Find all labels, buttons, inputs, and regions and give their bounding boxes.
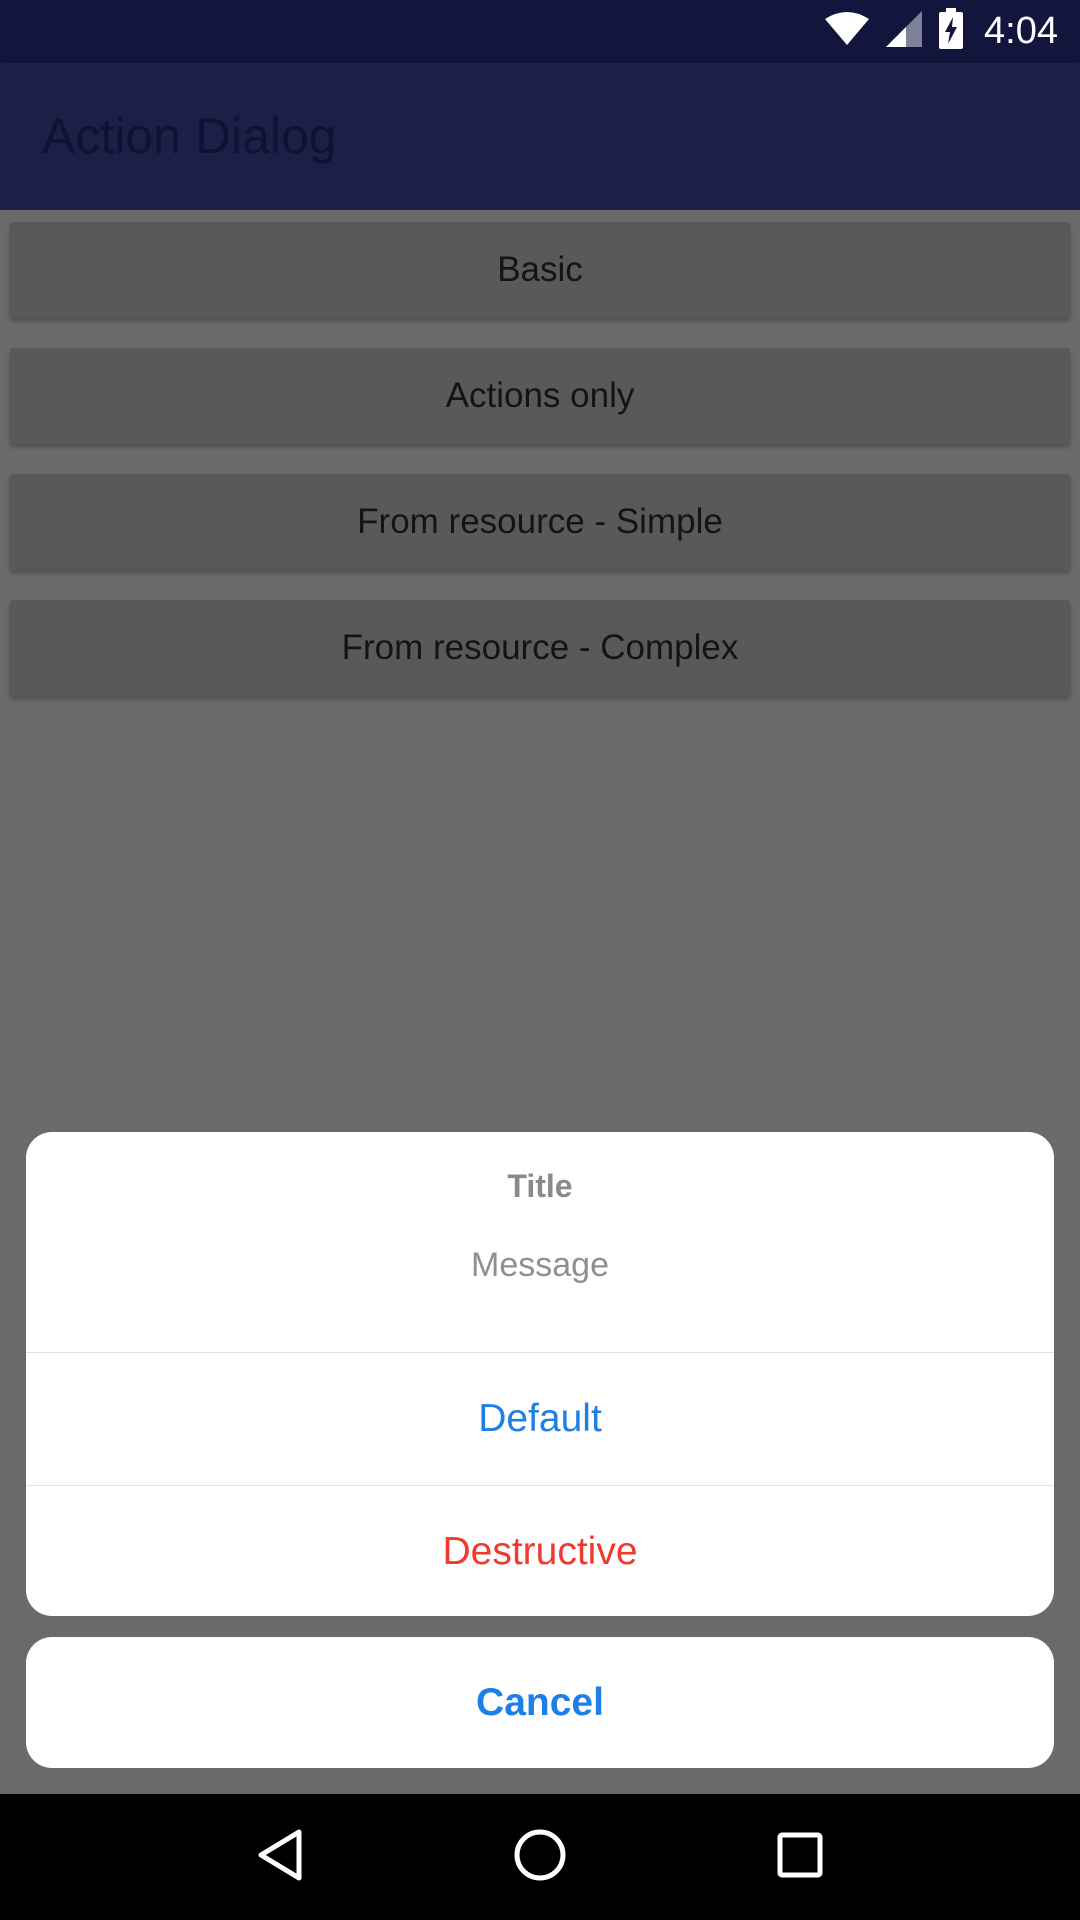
from-resource-simple-button[interactable]: From resource - Simple bbox=[10, 474, 1070, 570]
action-sheet: Title Message Default Destructive bbox=[26, 1132, 1054, 1616]
app-bar: Action Dialog bbox=[0, 63, 1080, 210]
default-action-button[interactable]: Default bbox=[26, 1353, 1054, 1485]
action-sheet-message: Message bbox=[471, 1246, 609, 1284]
back-button[interactable] bbox=[240, 1817, 320, 1897]
status-time: 4:04 bbox=[984, 10, 1058, 52]
action-sheet-header: Title Message bbox=[26, 1132, 1054, 1353]
recents-icon bbox=[776, 1831, 824, 1884]
home-icon bbox=[513, 1828, 567, 1887]
action-sheet-title: Title bbox=[507, 1168, 573, 1204]
battery-charging-icon bbox=[938, 8, 964, 55]
basic-button[interactable]: Basic bbox=[10, 222, 1070, 318]
navigation-bar bbox=[0, 1794, 1080, 1920]
back-icon bbox=[256, 1828, 304, 1887]
wifi-icon bbox=[824, 11, 870, 52]
from-resource-complex-button[interactable]: From resource - Complex bbox=[10, 600, 1070, 696]
status-icons: 4:04 bbox=[824, 0, 1058, 63]
actions-only-button[interactable]: Actions only bbox=[10, 348, 1070, 444]
page-title: Action Dialog bbox=[42, 108, 337, 164]
home-button[interactable] bbox=[500, 1817, 580, 1897]
screen: 4:04 Action Dialog Basic Actions only Fr… bbox=[0, 0, 1080, 1920]
signal-icon bbox=[884, 9, 924, 54]
status-bar: 4:04 bbox=[0, 0, 1080, 63]
recents-button[interactable] bbox=[760, 1817, 840, 1897]
cancel-button[interactable]: Cancel bbox=[26, 1637, 1054, 1768]
destructive-action-button[interactable]: Destructive bbox=[26, 1485, 1054, 1616]
